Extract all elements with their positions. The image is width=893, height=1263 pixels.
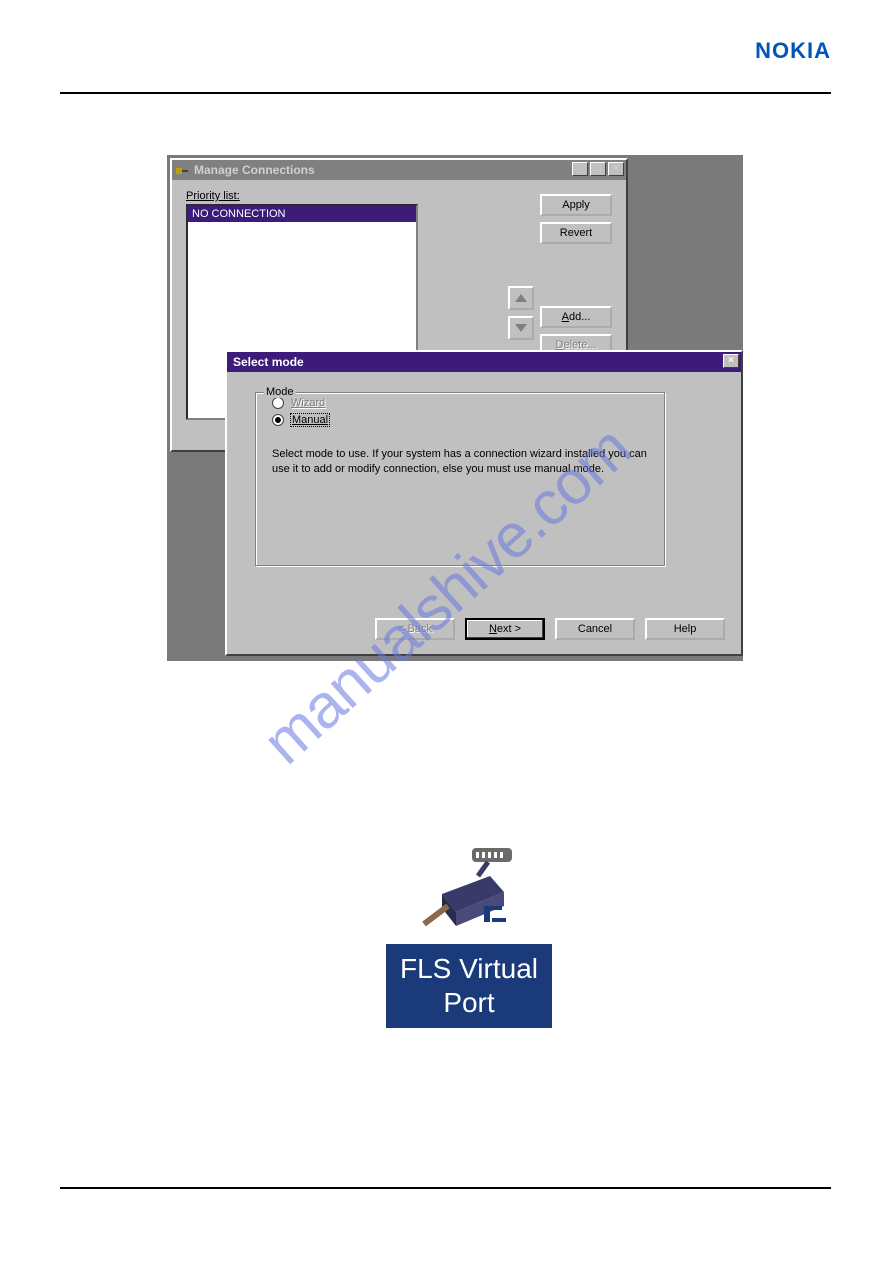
manual-radio-label: Manual [290, 413, 330, 427]
reorder-arrows [508, 286, 534, 340]
maximize-button[interactable]: □ [590, 162, 606, 176]
fls-label: FLS Virtual Port [386, 944, 552, 1028]
side-buttons: Apply Revert Add... Delete... [540, 194, 612, 356]
move-down-button[interactable] [508, 316, 534, 340]
dialog-buttons: < Back Next > Cancel Help [375, 618, 725, 640]
select-mode-title-text: Select mode [233, 355, 304, 369]
manage-connections-titlebar: Manage Connections _ □ × [172, 160, 626, 180]
select-mode-dialog: Select mode × Mode Wizard Manual Select … [225, 350, 743, 656]
footer-rule [60, 1187, 831, 1189]
close-button[interactable]: × [608, 162, 624, 176]
header-rule [60, 92, 831, 94]
move-up-button[interactable] [508, 286, 534, 310]
nokia-logo: NOKIA [755, 38, 831, 64]
plug-icon [174, 162, 190, 178]
page-header: NOKIA [60, 38, 831, 78]
wizard-radio-label: Wizard [290, 397, 326, 409]
back-button: < Back [375, 618, 455, 640]
fls-port-icon [414, 846, 524, 936]
mode-groupbox: Mode Wizard Manual Select mode to use. I… [255, 392, 665, 566]
fls-label-line1: FLS Virtual [400, 952, 538, 986]
manual-radio[interactable] [272, 414, 284, 426]
next-button[interactable]: Next > [465, 618, 545, 640]
titlebar-buttons: _ □ × [570, 162, 624, 176]
minimize-button[interactable]: _ [572, 162, 588, 176]
mode-legend: Mode [264, 386, 296, 398]
add-button[interactable]: Add... [540, 306, 612, 328]
select-mode-titlebar: Select mode × [227, 352, 741, 372]
fls-label-line2: Port [400, 986, 538, 1020]
wizard-radio [272, 397, 284, 409]
revert-button[interactable]: Revert [540, 222, 612, 244]
mode-description: Select mode to use. If your system has a… [272, 447, 648, 477]
cancel-button[interactable]: Cancel [555, 618, 635, 640]
fls-virtual-port: FLS Virtual Port [362, 846, 576, 1028]
chevron-down-icon [515, 324, 527, 332]
screenshot-area: Manage Connections _ □ × Priority list: … [167, 155, 743, 661]
wizard-radio-row: Wizard [272, 397, 664, 409]
dialog-close-button[interactable]: × [723, 354, 739, 368]
manage-connections-title-text: Manage Connections [194, 163, 315, 177]
help-button[interactable]: Help [645, 618, 725, 640]
apply-button[interactable]: Apply [540, 194, 612, 216]
chevron-up-icon [515, 294, 527, 302]
priority-list-item[interactable]: NO CONNECTION [188, 206, 416, 222]
manual-radio-row[interactable]: Manual [272, 413, 664, 427]
